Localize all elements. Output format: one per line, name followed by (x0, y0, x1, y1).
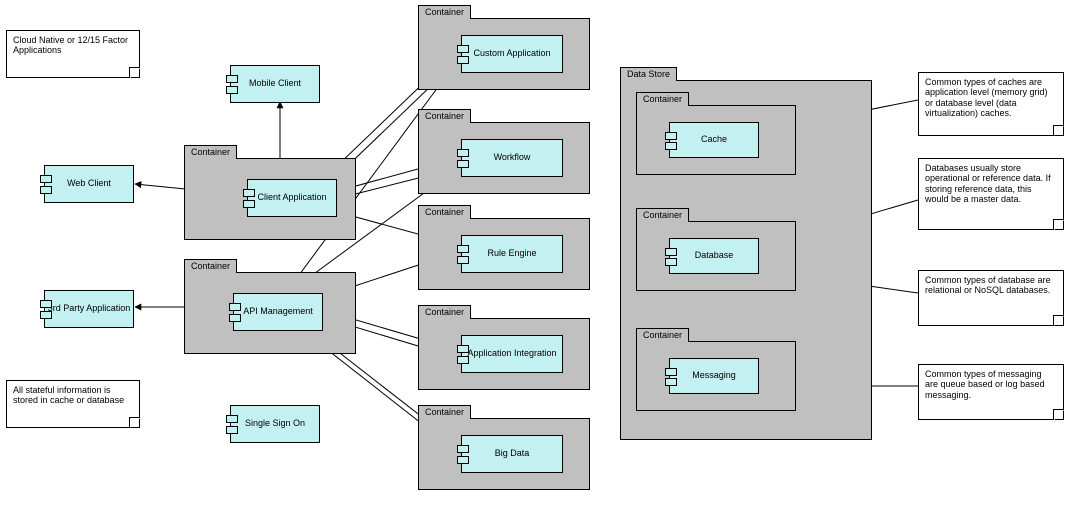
component-label: Custom Application (473, 49, 550, 59)
container-api-mgmt: Container API Management (184, 272, 356, 354)
component-label: Workflow (494, 153, 531, 163)
container-app-integration: Container Application Integration (418, 318, 590, 390)
container-tab: Container (184, 145, 237, 159)
note-text: Databases usually store operational or r… (925, 163, 1051, 204)
note-db-types: Common types of database are relational … (918, 270, 1064, 326)
component-label: API Management (243, 307, 313, 317)
note-messaging: Common types of messaging are queue base… (918, 364, 1064, 420)
component-label: Web Client (67, 179, 111, 189)
container-client-app: Container Client Application (184, 158, 356, 240)
container-tab: Container (418, 109, 471, 123)
component-label: Rule Engine (487, 249, 536, 259)
container-workflow: Container Workflow (418, 122, 590, 194)
container-messaging: Container Messaging (636, 341, 796, 411)
container-tab: Container (636, 208, 689, 222)
component-custom-app: Custom Application (461, 35, 563, 73)
component-label: 3rd Party Application (48, 304, 131, 314)
container-tab: Container (418, 5, 471, 19)
component-label: Database (695, 251, 734, 261)
component-cache: Cache (669, 122, 759, 158)
note-cloud-native: Cloud Native or 12/15 Factor Application… (6, 30, 140, 78)
container-rule-engine: Container Rule Engine (418, 218, 590, 290)
component-label: Big Data (495, 449, 530, 459)
component-web-client: Web Client (44, 165, 134, 203)
note-text: Common types of caches are application l… (925, 77, 1048, 118)
component-label: Messaging (692, 371, 736, 381)
container-cache: Container Cache (636, 105, 796, 175)
component-label: Client Application (257, 193, 326, 203)
component-api-mgmt: API Management (233, 293, 323, 331)
component-sso: Single Sign On (230, 405, 320, 443)
note-stateful: All stateful information is stored in ca… (6, 380, 140, 428)
container-tab: Container (636, 328, 689, 342)
component-database: Database (669, 238, 759, 274)
note-text: Common types of messaging are queue base… (925, 369, 1045, 400)
component-workflow: Workflow (461, 139, 563, 177)
component-mobile-client: Mobile Client (230, 65, 320, 103)
component-app-integration: Application Integration (461, 335, 563, 373)
container-custom-app: Container Custom Application (418, 18, 590, 90)
component-label: Mobile Client (249, 79, 301, 89)
component-label: Application Integration (467, 349, 556, 359)
note-cache: Common types of caches are application l… (918, 72, 1064, 136)
component-label: Cache (701, 135, 727, 145)
note-text: Common types of database are relational … (925, 275, 1051, 295)
component-big-data: Big Data (461, 435, 563, 473)
container-tab: Container (636, 92, 689, 106)
container-database: Container Database (636, 221, 796, 291)
container-tab: Container (418, 305, 471, 319)
container-tab: Data Store (620, 67, 677, 81)
note-text: Cloud Native or 12/15 Factor Application… (13, 35, 128, 55)
component-third-party: 3rd Party Application (44, 290, 134, 328)
component-rule-engine: Rule Engine (461, 235, 563, 273)
container-tab: Container (418, 405, 471, 419)
component-label: Single Sign On (245, 419, 305, 429)
note-text: All stateful information is stored in ca… (13, 385, 124, 405)
container-data-store: Data Store Container Cache Container Dat… (620, 80, 872, 440)
component-client-app: Client Application (247, 179, 337, 217)
container-tab: Container (184, 259, 237, 273)
note-db-ref: Databases usually store operational or r… (918, 158, 1064, 230)
component-messaging: Messaging (669, 358, 759, 394)
container-big-data: Container Big Data (418, 418, 590, 490)
container-tab: Container (418, 205, 471, 219)
